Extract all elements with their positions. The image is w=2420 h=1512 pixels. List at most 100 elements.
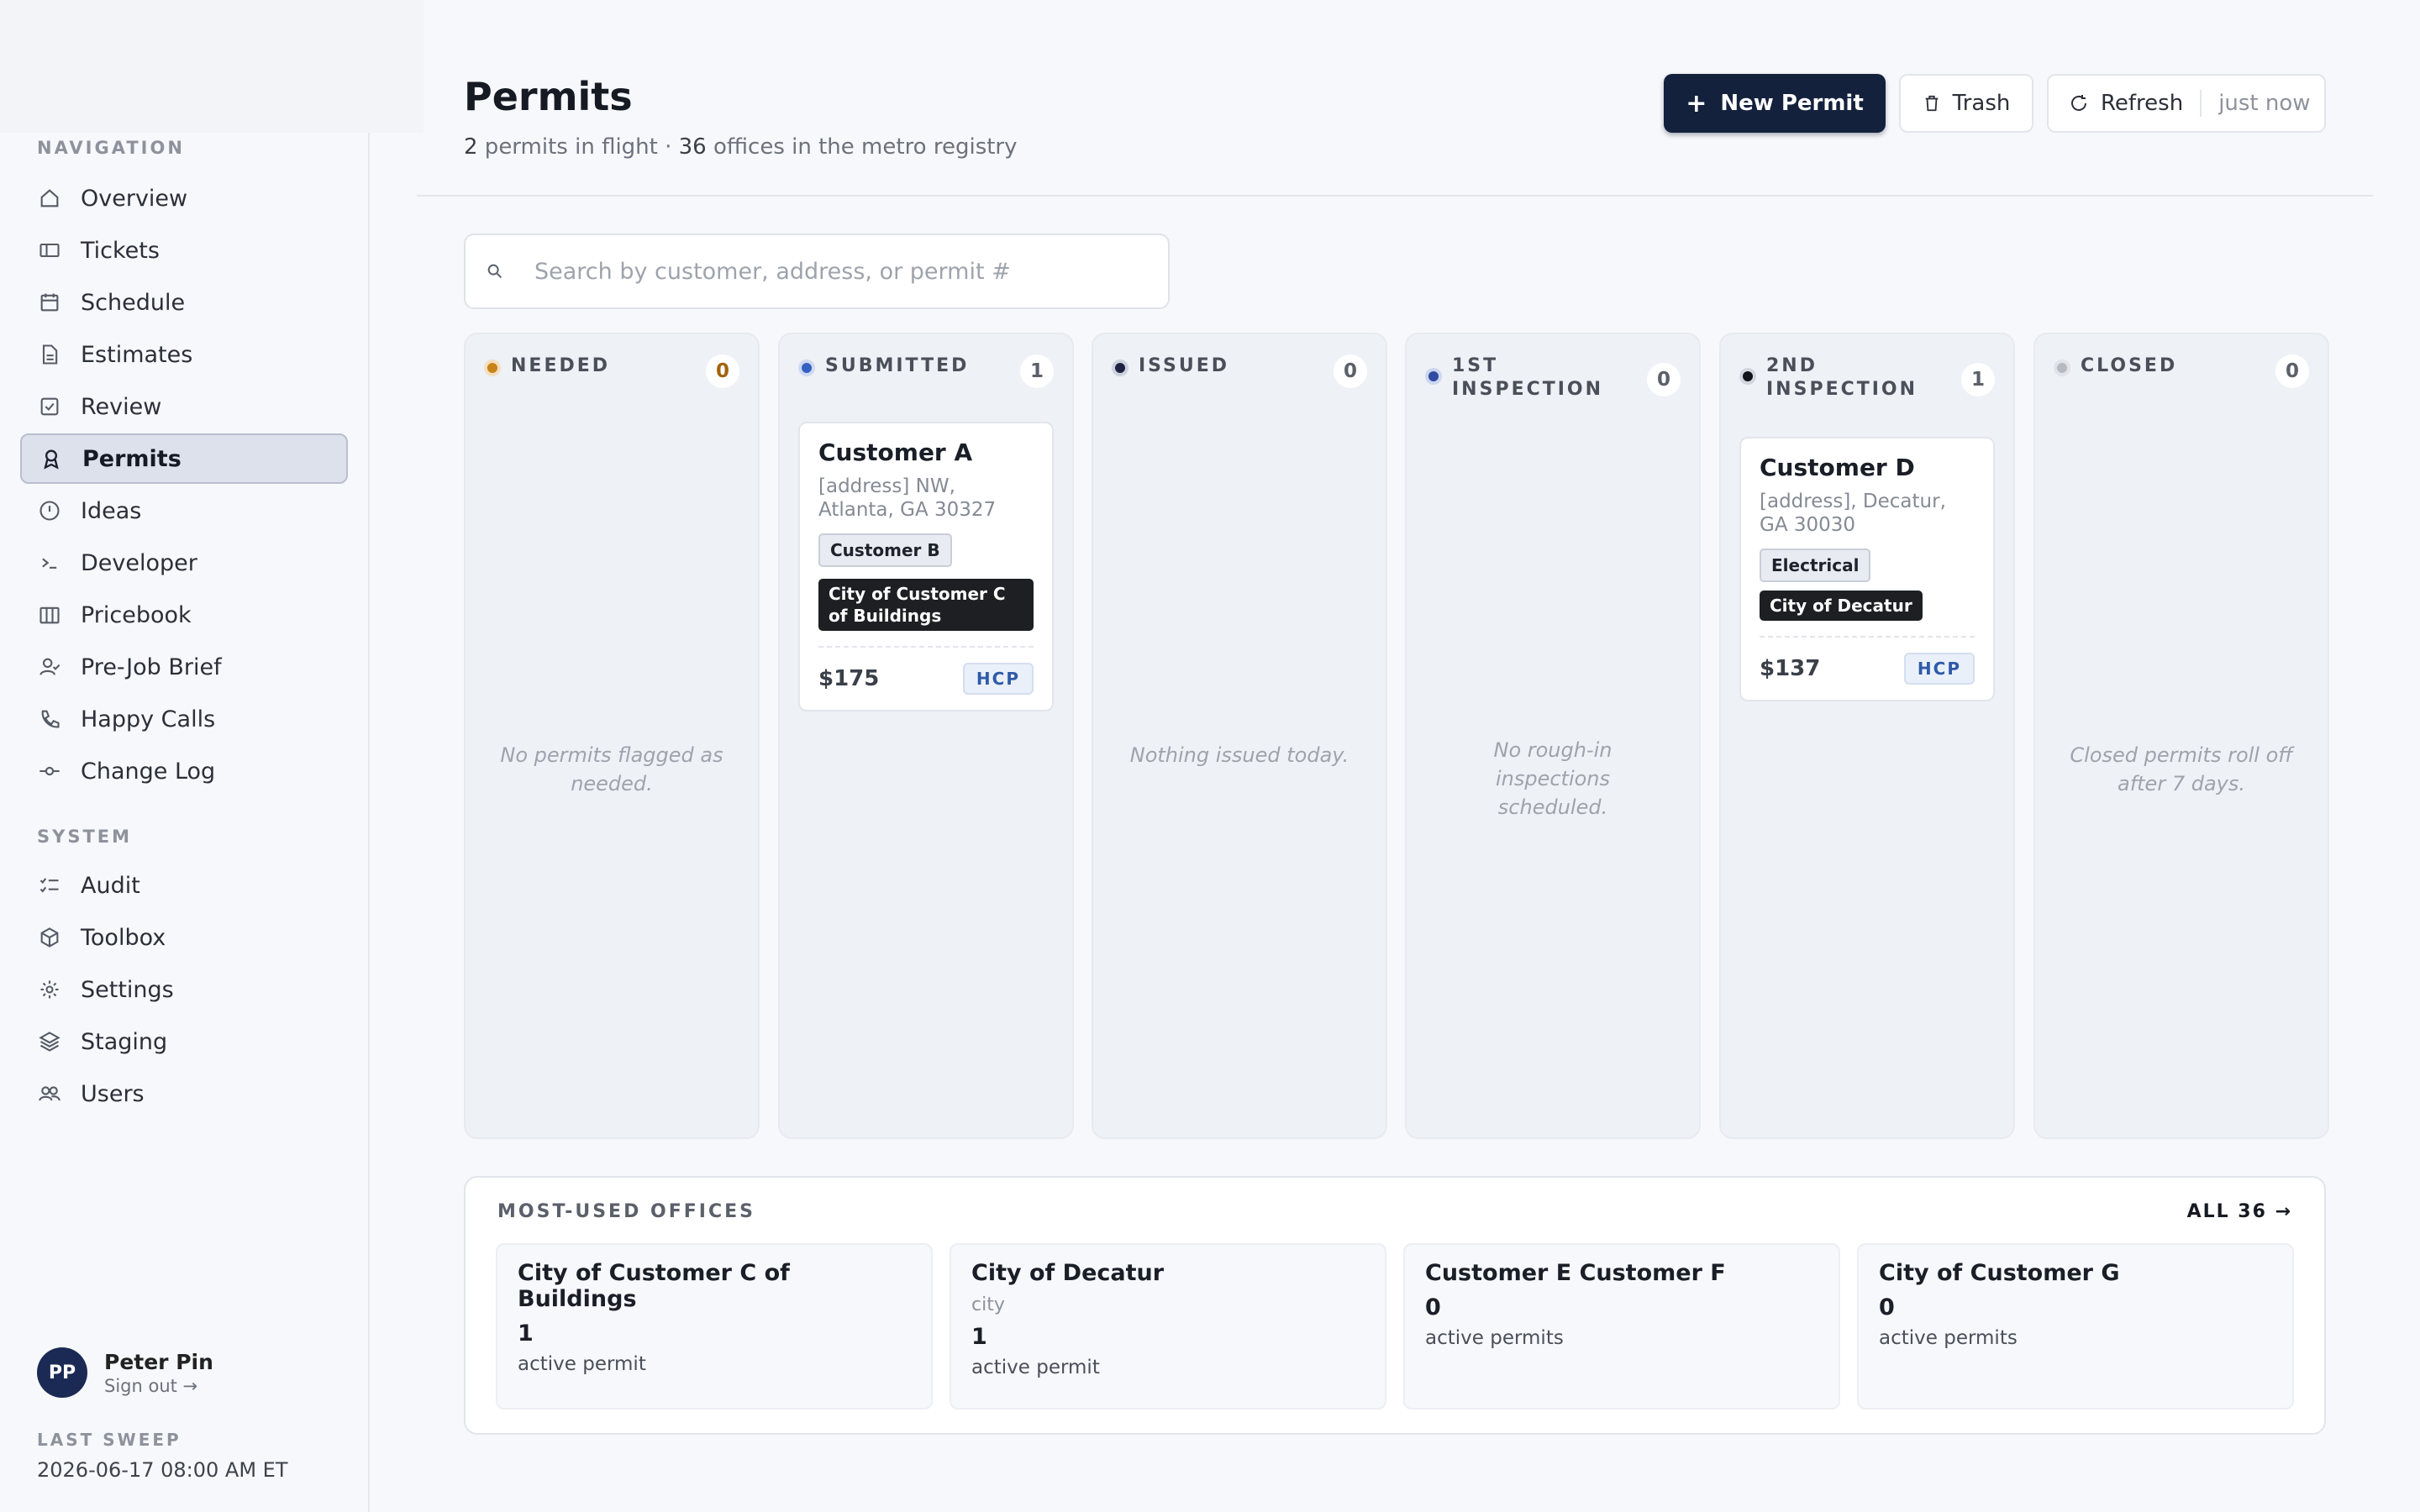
sidebar-item-pricebook[interactable]: Pricebook [20, 590, 348, 640]
refresh-label: Refresh [2101, 91, 2184, 116]
trash-button[interactable]: Trash [1899, 74, 2033, 133]
sidebar-item-label: Audit [81, 872, 140, 899]
column-2nd-inspection: 2ND INSPECTION 1 Customer D [address], D… [1719, 333, 2015, 1139]
ticket-icon [37, 238, 62, 263]
office-card[interactable]: City of Customer G 0 active permits [1857, 1243, 2294, 1410]
sidebar-item-label: Users [81, 1080, 145, 1107]
avatar: PP [37, 1347, 87, 1398]
page-title: Permits [464, 74, 633, 119]
office-name: Customer E Customer F [1425, 1260, 1726, 1286]
all-offices-link[interactable]: ALL 36 → [2187, 1201, 2292, 1222]
card-footer: $175 HCP [818, 646, 1034, 695]
column-title: SUBMITTED [825, 355, 970, 376]
status-dot [2054, 360, 2070, 376]
sidebar-item-label: Estimates [81, 341, 193, 368]
sidebar-item-label: Overview [81, 185, 188, 212]
search-input[interactable] [534, 258, 1156, 285]
sidebar-item-toolbox[interactable]: Toolbox [20, 912, 348, 963]
refresh-button[interactable]: Refresh just now [2047, 74, 2326, 133]
sidebar-item-settings[interactable]: Settings [20, 964, 348, 1015]
office-card[interactable]: Customer E Customer F 0 active permits [1403, 1243, 1840, 1410]
new-permit-button[interactable]: + New Permit [1664, 74, 1886, 133]
sidebar-item-audit[interactable]: Audit [20, 860, 348, 911]
empty-state: No permits flagged as needed. [500, 743, 723, 795]
sidebar-item-label: Pre-Job Brief [81, 654, 222, 680]
list-check-icon [37, 873, 62, 898]
status-dot [1739, 368, 1756, 385]
sidebar-item-pre-job-brief[interactable]: Pre-Job Brief [20, 642, 348, 692]
sidebar-item-permits[interactable]: Permits [20, 433, 348, 484]
column-header: SUBMITTED 1 [798, 354, 1054, 388]
search-icon [487, 264, 502, 279]
badge-icon [39, 446, 64, 471]
header-divider [417, 195, 2373, 197]
divider [2200, 90, 2202, 117]
sidebar-top-panel [0, 0, 424, 133]
trade-tag: Customer B [818, 533, 952, 567]
subtitle-text-end: offices in the metro registry [706, 134, 1018, 160]
sign-out-link[interactable]: Sign out → [104, 1376, 213, 1396]
sidebar-item-happy-calls[interactable]: Happy Calls [20, 694, 348, 744]
search-box[interactable] [464, 234, 1170, 309]
column-title: ISSUED [1139, 355, 1230, 376]
sidebar-item-change-log[interactable]: Change Log [20, 746, 348, 796]
office-card[interactable]: City of Decatur city 1 active permit [950, 1243, 1386, 1410]
office-active-count: 0 [1879, 1294, 1895, 1320]
permit-card[interactable]: Customer D [address], Decatur, GA 30030 … [1739, 437, 1995, 701]
column-title: CLOSED [2081, 355, 2178, 376]
card-price: $175 [818, 666, 880, 691]
phone-icon [37, 706, 62, 732]
sidebar-item-label: Ideas [81, 497, 142, 524]
sidebar-item-label: Settings [81, 976, 174, 1003]
office-type: city [971, 1294, 1005, 1315]
sidebar-item-users[interactable]: Users [20, 1068, 348, 1119]
column-header: 2ND INSPECTION 1 [1739, 354, 1995, 402]
column-header: ISSUED 0 [1112, 354, 1367, 388]
column-title: 2ND INSPECTION [1766, 355, 1918, 400]
card-customer: Customer A [818, 438, 973, 466]
column-header: NEEDED 0 [484, 354, 739, 388]
sidebar-item-staging[interactable]: Staging [20, 1016, 348, 1067]
status-dot [1425, 368, 1442, 385]
sidebar-item-label: Developer [81, 549, 197, 576]
trash-label: Trash [1952, 91, 2011, 116]
sidebar-item-label: Permits [82, 445, 182, 472]
source-badge: HCP [962, 663, 1034, 695]
office-tag: City of Decatur [1760, 591, 1923, 621]
office-active-count: 1 [518, 1320, 534, 1347]
column-count: 0 [706, 354, 739, 388]
sidebar-item-estimates[interactable]: Estimates [20, 329, 348, 380]
book-icon [37, 602, 62, 627]
clock-icon [37, 498, 62, 523]
empty-state: Nothing issued today. [1129, 743, 1349, 767]
page-subtitle: 2 permits in flight · 36 offices in the … [464, 134, 1018, 160]
status-dot [1112, 360, 1128, 376]
plus-icon: + [1686, 88, 1707, 118]
column-count: 0 [1647, 363, 1681, 396]
office-card[interactable]: City of Customer C of Buildings 1 active… [496, 1243, 933, 1410]
checkbox-icon [37, 394, 62, 419]
office-count: 36 [678, 134, 707, 160]
sidebar-item-label: Happy Calls [81, 706, 216, 732]
sidebar-item-label: Change Log [81, 758, 216, 785]
sidebar-item-developer[interactable]: Developer [20, 538, 348, 588]
sidebar-item-schedule[interactable]: Schedule [20, 277, 348, 328]
sidebar-item-review[interactable]: Review [20, 381, 348, 432]
sidebar-item-overview[interactable]: Overview [20, 173, 348, 223]
nav-heading: NAVIGATION [37, 138, 185, 158]
sun-gear-icon [37, 977, 62, 1002]
last-sweep-value: 2026-06-17 08:00 AM ET [37, 1458, 288, 1482]
refresh-status: just now [2218, 91, 2311, 116]
user-name: Peter Pin [104, 1349, 213, 1374]
box-icon [37, 925, 62, 950]
sidebar-item-label: Tickets [81, 237, 160, 264]
sidebar-item-ideas[interactable]: Ideas [20, 486, 348, 536]
home-icon [37, 186, 62, 211]
column-title: 1ST INSPECTION [1452, 355, 1604, 400]
office-active-label: active permits [1425, 1327, 1564, 1349]
permit-card[interactable]: Customer A [address] NW, Atlanta, GA 303… [798, 422, 1054, 711]
sidebar-item-tickets[interactable]: Tickets [20, 225, 348, 276]
card-customer: Customer D [1760, 454, 1915, 481]
terminal-icon [37, 550, 62, 575]
sidebar-item-label: Toolbox [81, 924, 166, 951]
